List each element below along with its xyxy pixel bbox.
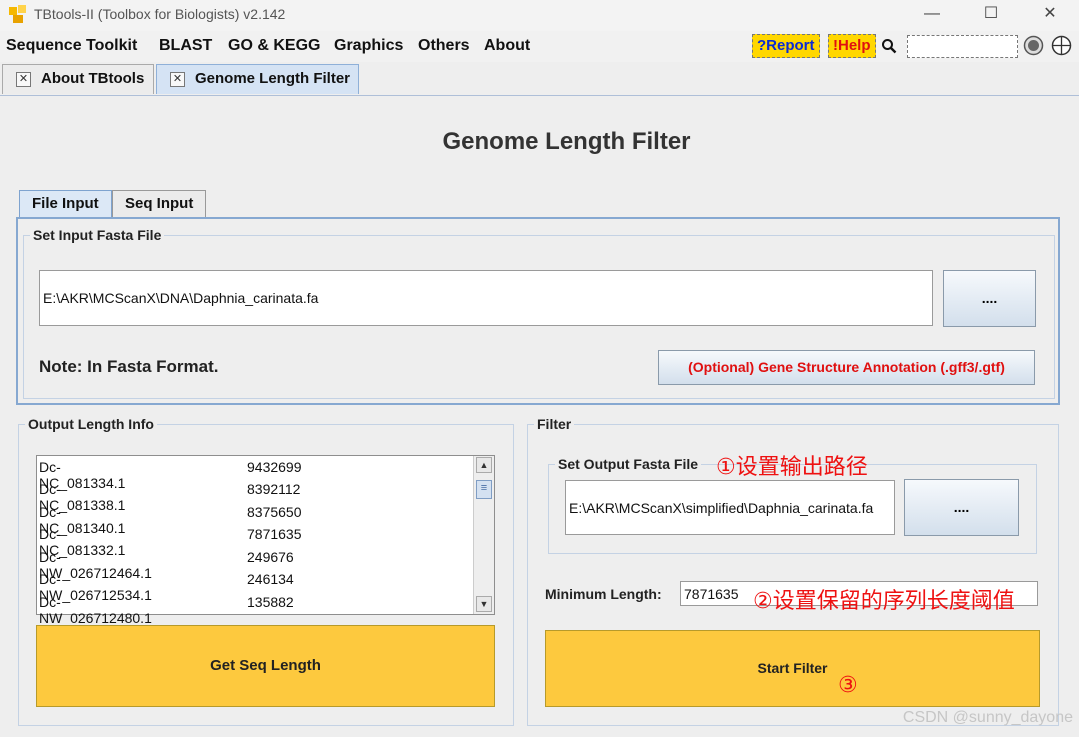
filter-legend: Filter [537,416,572,432]
search-input[interactable] [907,35,1018,58]
title-bar: TBtools-II (Toolbox for Biologists) v2.1… [0,0,1079,31]
tab-seq-input[interactable]: Seq Input [112,190,207,218]
tab-about-tbtools[interactable]: ✕ About TBtools [2,64,154,94]
seq-length: 7871635 [247,526,302,542]
document-tab-bar: ✕ About TBtools ✕ Genome Length Filter [0,62,1079,96]
search-icon[interactable] [881,38,897,54]
input-fasta-legend: Set Input Fasta File [33,227,162,243]
get-seq-length-button[interactable]: Get Seq Length [36,625,495,707]
seq-id: Dc-NW_026712480.1 [39,594,152,626]
menu-bar: Sequence Toolkit BLAST GO & KEGG Graphic… [0,31,1079,62]
scroll-up-arrow-icon[interactable]: ▲ [476,457,492,473]
close-tab-icon[interactable]: ✕ [170,72,185,87]
menu-sequence-toolkit[interactable]: Sequence Toolkit [6,37,137,55]
page-title: Genome Length Filter [442,128,691,155]
seq-length: 246134 [247,571,294,587]
report-button[interactable]: ?Report [752,34,820,58]
menu-go-kegg[interactable]: GO & KEGG [228,37,320,55]
menu-blast[interactable]: BLAST [159,37,212,55]
input-fasta-path-field[interactable]: E:\AKR\MCScanX\DNA\Daphnia_carinata.fa [39,270,933,326]
annotation-step1: ①设置输出路径 [716,455,868,480]
list-scrollbar[interactable]: ▲ ≡ ▼ [473,456,494,614]
sequence-length-list[interactable]: Dc-NC_081334.1 9432699 Dc-NC_081338.1 8392… [36,455,495,626]
watermark: CSDN @sunny_dayone [902,709,1073,726]
tab-label: Genome Length Filter [195,70,351,87]
start-filter-button[interactable]: Start Filter [545,630,1040,707]
menu-graphics[interactable]: Graphics [334,37,403,55]
close-window-button[interactable]: ✕ [1027,3,1073,27]
window-title: TBtools-II (Toolbox for Biologists) v2.1… [34,6,286,22]
seq-length: 9432699 [247,459,302,475]
fasta-format-note: Note: In Fasta Format. [39,357,219,376]
browse-output-button[interactable]: .... [904,479,1019,536]
radio-toggle-icon[interactable] [1023,35,1044,56]
seq-length: 249676 [247,549,294,565]
output-fasta-path-field[interactable]: E:\AKR\MCScanX\simplified\Daphnia_carina… [565,480,895,535]
browse-input-button[interactable]: .... [943,270,1036,327]
menu-others[interactable]: Others [418,37,470,55]
scroll-down-arrow-icon[interactable]: ▼ [476,596,492,612]
scroll-thumb[interactable]: ≡ [476,480,492,499]
minimize-button[interactable]: — [909,3,955,27]
close-tab-icon[interactable]: ✕ [16,72,31,87]
help-button[interactable]: !Help [828,34,876,58]
maximize-button[interactable]: ☐ [968,3,1014,27]
tbtools-logo-icon [9,5,26,23]
output-length-info-legend: Output Length Info [28,416,154,432]
seq-length: 8392112 [247,481,301,497]
menu-about[interactable]: About [484,37,530,55]
tab-file-input[interactable]: File Input [19,190,112,218]
globe-grid-icon[interactable] [1051,35,1072,56]
output-fasta-legend: Set Output Fasta File [558,456,699,472]
seq-length: 8375650 [247,504,302,520]
seq-length: 135882 [247,594,294,610]
gene-structure-annotation-button[interactable]: (Optional) Gene Structure Annotation (.g… [658,350,1035,385]
annotation-step2: ②设置保留的序列长度阈值 [753,589,1015,614]
tab-genome-length-filter[interactable]: ✕ Genome Length Filter [156,64,359,94]
tab-label: About TBtools [41,70,145,87]
annotation-step3: ③ [838,673,858,698]
minimum-length-label: Minimum Length: [545,586,662,602]
